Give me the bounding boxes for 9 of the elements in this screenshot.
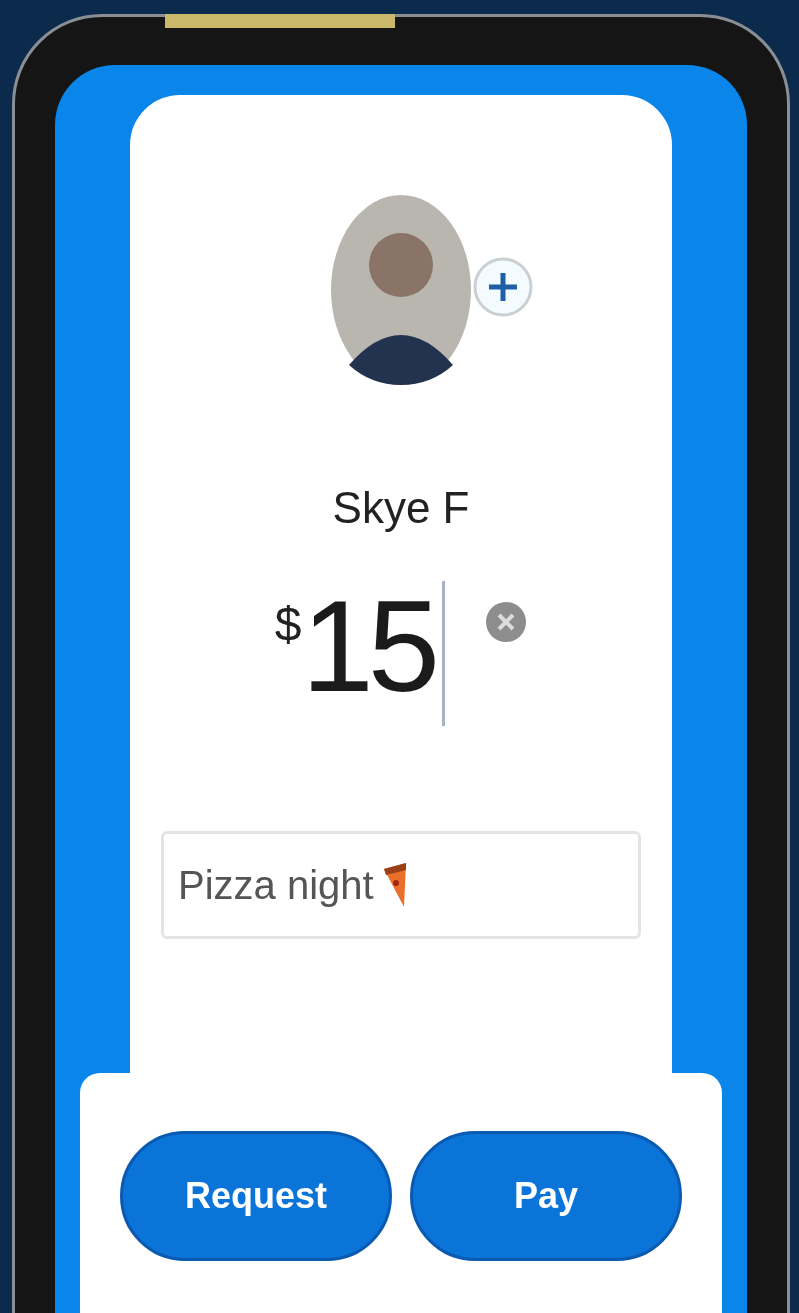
add-icon[interactable]: [473, 257, 533, 317]
request-button[interactable]: Request: [120, 1131, 392, 1261]
pizza-slice-icon: [381, 861, 408, 909]
clear-icon[interactable]: [485, 601, 528, 643]
amount-value: 15: [301, 581, 435, 711]
contact-name: Skye F: [332, 482, 470, 534]
pay-button[interactable]: Pay: [410, 1131, 682, 1261]
note-field[interactable]: Pizza night: [161, 831, 641, 939]
currency-symbol: $: [274, 597, 302, 653]
